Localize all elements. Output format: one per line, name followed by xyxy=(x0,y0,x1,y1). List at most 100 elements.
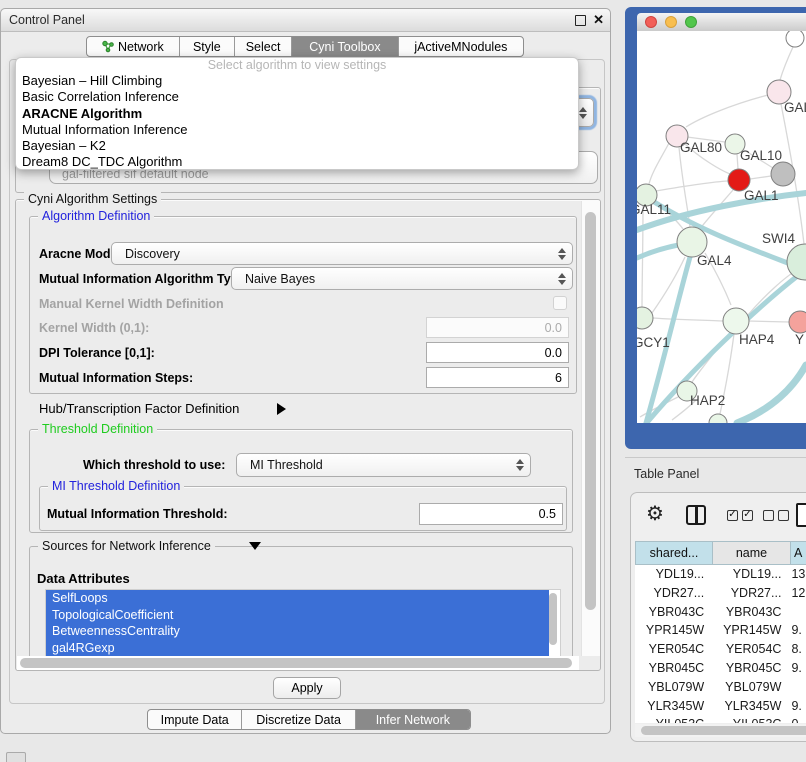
scrollbar-thumb[interactable] xyxy=(20,658,572,668)
float-window-icon[interactable] xyxy=(575,15,586,26)
sources-title: Sources for Network Inference xyxy=(38,539,215,554)
network-edges-thick xyxy=(637,193,806,423)
table-row[interactable]: YBL079WYBL079W xyxy=(635,678,806,697)
column-layout-icon[interactable] xyxy=(686,505,706,525)
table-body[interactable]: YDL19...YDL19...13 YDR27...YDR27...12 YB… xyxy=(635,565,806,723)
table-row[interactable]: YDL19...YDL19...13 xyxy=(635,565,806,584)
screen: Control Panel ✕ Network Style xyxy=(0,0,806,762)
tab-jactivemnodules[interactable]: jActiveMNodules xyxy=(398,37,523,56)
zoom-traffic-light-icon[interactable] xyxy=(685,16,697,28)
node-label: GAL1 xyxy=(744,188,779,203)
list-item[interactable]: BetweennessCentrality xyxy=(46,623,549,640)
manual-kernel-checkbox[interactable] xyxy=(553,296,567,310)
apply-button-label: Apply xyxy=(291,681,322,695)
table-header-row: shared... name A xyxy=(635,541,806,565)
node-label: HAP2 xyxy=(690,393,725,408)
apply-button[interactable]: Apply xyxy=(273,677,341,699)
tab-cyni-toolbox-label: Cyni Toolbox xyxy=(309,40,380,54)
deselect-all-checkboxes-icon[interactable] xyxy=(763,510,789,521)
which-threshold-combobox[interactable]: MI Threshold xyxy=(236,453,531,477)
stepper-arrows-icon xyxy=(558,273,566,285)
network-view-canvas[interactable]: GAL GAL80 GAL10 GAL1 GAL11 SWI4 GAL4 HAP… xyxy=(637,31,806,423)
node[interactable] xyxy=(709,414,727,423)
which-threshold-value: MI Threshold xyxy=(250,454,323,476)
list-item[interactable]: SelfLoops xyxy=(46,590,549,607)
tab-infer-network[interactable]: Infer Network xyxy=(355,710,470,729)
list-scrollbar-thumb[interactable] xyxy=(549,593,557,645)
tab-network[interactable]: Network xyxy=(87,37,179,56)
tab-select-label: Select xyxy=(246,40,281,54)
table-panel: ⚙ ✓✓ shared... name A YDL19...YDL19...13… xyxy=(630,492,806,742)
aracne-mode-label: Aracne Mode: xyxy=(39,246,122,262)
table-row[interactable]: YPR145WYPR145W9. xyxy=(635,621,806,640)
node-label: HAP4 xyxy=(739,332,775,347)
menu-item[interactable]: Basic Correlation Inference xyxy=(16,89,578,105)
tab-jactivemnodules-label: jActiveMNodules xyxy=(414,40,507,54)
network-window-titlebar[interactable] xyxy=(637,13,806,32)
table-row[interactable]: YBR043CYBR043C xyxy=(635,603,806,622)
menu-item[interactable]: Bayesian – K2 xyxy=(16,138,578,154)
table-row[interactable]: YDR27...YDR27...12 xyxy=(635,584,806,603)
settings-vertical-scrollbar[interactable] xyxy=(581,201,600,656)
expanded-arrow-icon[interactable] xyxy=(249,542,261,550)
menu-item-selected[interactable]: ARACNE Algorithm xyxy=(16,106,578,122)
list-item[interactable]: gal4RGexp xyxy=(46,640,549,657)
new-table-icon[interactable] xyxy=(796,503,806,527)
settings-horizontal-scrollbar[interactable] xyxy=(17,656,579,670)
mi-threshold-field[interactable]: 0.5 xyxy=(419,503,563,525)
close-icon[interactable]: ✕ xyxy=(593,9,604,31)
tab-discretize-data[interactable]: Discretize Data xyxy=(241,710,354,729)
dpi-tolerance-field[interactable]: 0.0 xyxy=(426,342,569,363)
table-row[interactable]: YER054CYER054C8. xyxy=(635,640,806,659)
kernel-width-field[interactable]: 0.0 xyxy=(426,317,569,338)
dpi-tolerance-label: DPI Tolerance [0,1]: xyxy=(39,345,155,361)
menu-item[interactable]: Mutual Information Inference xyxy=(16,122,578,138)
scrollbar-thumb[interactable] xyxy=(585,212,596,610)
mi-algorithm-type-combobox[interactable]: Naive Bayes xyxy=(231,267,573,290)
hub-section-label[interactable]: Hub/Transcription Factor Definition xyxy=(39,400,239,417)
node[interactable] xyxy=(637,307,653,329)
stepper-arrows-icon xyxy=(516,459,524,471)
table-panel-title: Table Panel xyxy=(634,465,699,483)
column-header-name[interactable]: name xyxy=(713,541,791,565)
control-panel-tabs: Network Style Select Cyni Toolbox jActiv… xyxy=(86,36,524,57)
control-panel-window: Control Panel ✕ Network Style xyxy=(0,8,611,734)
select-all-checkboxes-icon[interactable]: ✓✓ xyxy=(727,510,753,521)
column-header-clipped[interactable]: A xyxy=(791,541,806,565)
kernel-width-label: Kernel Width (0,1): xyxy=(39,320,149,336)
menu-item[interactable]: Bayesian – Hill Climbing xyxy=(16,73,578,89)
minimize-traffic-light-icon[interactable] xyxy=(665,16,677,28)
tab-select[interactable]: Select xyxy=(234,37,291,56)
table-row[interactable]: YLR345WYLR345W9. xyxy=(635,697,806,716)
aracne-mode-combobox[interactable]: Discovery xyxy=(111,242,573,265)
table-row[interactable]: YBR045CYBR045C9. xyxy=(635,659,806,678)
minimized-panel-icon[interactable] xyxy=(6,752,26,762)
control-panel-titlebar[interactable]: Control Panel ✕ xyxy=(1,9,610,32)
network-graph: GAL GAL80 GAL10 GAL1 GAL11 SWI4 GAL4 HAP… xyxy=(637,31,806,423)
mi-algorithm-type-value: Naive Bayes xyxy=(245,268,315,289)
node[interactable] xyxy=(789,311,806,333)
node[interactable] xyxy=(786,31,804,47)
list-item[interactable]: TopologicalCoefficient xyxy=(46,607,549,624)
scrollbar-thumb[interactable] xyxy=(641,726,806,735)
algorithm-dropdown-menu: Select algorithm to view settings Bayesi… xyxy=(15,57,579,170)
algorithm-menu-placeholder: Select algorithm to view settings xyxy=(16,58,578,73)
gear-icon[interactable]: ⚙ xyxy=(646,504,664,524)
tab-cyni-toolbox[interactable]: Cyni Toolbox xyxy=(291,37,398,56)
mi-steps-field[interactable]: 6 xyxy=(426,367,569,388)
tab-impute-data[interactable]: Impute Data xyxy=(148,710,241,729)
mi-threshold-definition-title: MI Threshold Definition xyxy=(48,479,184,494)
control-panel-title: Control Panel xyxy=(9,9,85,31)
menu-item[interactable]: Dream8 DC_TDC Algorithm xyxy=(16,154,578,170)
data-attributes-list[interactable]: SelfLoops TopologicalCoefficient Between… xyxy=(45,589,561,657)
collapsed-arrow-icon[interactable] xyxy=(277,403,286,415)
mi-algorithm-type-label: Mutual Information Algorithm Type: xyxy=(39,271,249,287)
table-row[interactable]: YIL053CYIL053C0. xyxy=(635,715,806,723)
mi-threshold-label: Mutual Information Threshold: xyxy=(47,506,228,522)
table-horizontal-scrollbar[interactable] xyxy=(635,724,806,737)
tab-style[interactable]: Style xyxy=(179,37,234,56)
close-traffic-light-icon[interactable] xyxy=(645,16,657,28)
column-header-shared-name[interactable]: shared... xyxy=(635,541,713,565)
node[interactable] xyxy=(723,308,749,334)
node[interactable] xyxy=(771,162,795,186)
